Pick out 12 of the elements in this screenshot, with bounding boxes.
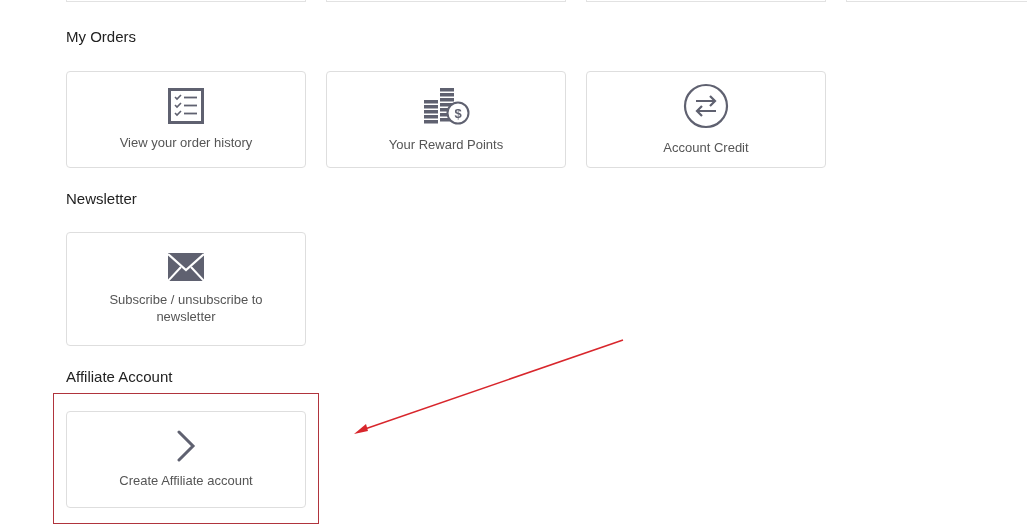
section-heading: My Orders xyxy=(66,27,136,47)
account-link-card[interactable]: Create Affiliate account xyxy=(66,410,306,508)
section-heading: Newsletter xyxy=(66,188,137,209)
account-link-card[interactable]: Subscribe / unsubscribe to newsletter xyxy=(66,232,306,346)
envelope-icon xyxy=(168,253,204,281)
account-link-card[interactable]: View your order history xyxy=(66,70,306,168)
account-link-card[interactable]: Account Credit xyxy=(586,70,826,168)
account-link-card[interactable]: $ Your Reward Points xyxy=(326,70,566,168)
section-heading: Affiliate Account xyxy=(66,367,173,387)
checklist-icon xyxy=(168,87,204,124)
exchange-arrows-icon xyxy=(683,82,729,129)
chevron-right-icon xyxy=(175,429,197,462)
